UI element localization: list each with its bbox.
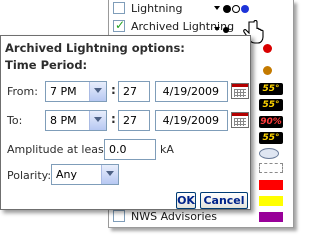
- archived-lightning-checkbox[interactable]: [113, 18, 125, 32]
- chevron-down-icon[interactable]: [101, 165, 118, 184]
- layer-label-lightning: Lightning: [131, 2, 183, 15]
- layer-label-nws-advisories: NWS Advisories: [131, 210, 218, 223]
- calendar-icon[interactable]: [231, 112, 249, 128]
- layer-dropdown-icon[interactable]: [214, 6, 220, 10]
- black-dot-icon: [223, 5, 231, 13]
- blue-dot-icon: [241, 5, 249, 13]
- temperature-badge-icon: 55°: [259, 83, 283, 95]
- to-date-input[interactable]: 4/19/2009: [155, 110, 228, 131]
- red-bar-icon: [259, 180, 283, 190]
- lightning-legend-icon: [223, 3, 250, 16]
- ok-button[interactable]: OK: [176, 192, 196, 209]
- dialog-title: Archived Lightning options:: [5, 41, 185, 55]
- black-dot-icon: [223, 27, 229, 33]
- time-separator: :: [111, 83, 116, 97]
- lightning-checkbox[interactable]: [113, 2, 125, 14]
- nws-advisories-checkbox[interactable]: [113, 210, 125, 222]
- hollow-dot-icon: [232, 5, 240, 13]
- polarity-value: Any: [56, 168, 78, 181]
- cancel-button[interactable]: Cancel: [200, 192, 248, 209]
- yellow-bar-icon: [259, 196, 283, 206]
- chevron-down-icon[interactable]: [89, 111, 106, 130]
- orange-dot-icon: [263, 66, 272, 75]
- screenshot-frame: Lightning Archived Lightning 55° 55° 90%…: [0, 0, 300, 232]
- temperature-badge-icon: 55°: [259, 99, 283, 111]
- from-label: From:: [7, 85, 38, 98]
- time-period-heading: Time Period:: [5, 58, 88, 72]
- from-hour-value: 7 PM: [50, 85, 77, 98]
- amplitude-label: Amplitude at least:: [7, 143, 112, 156]
- from-hour-select[interactable]: 7 PM: [45, 81, 107, 102]
- to-minute-input[interactable]: 27: [118, 110, 150, 131]
- time-separator: :: [111, 112, 116, 126]
- amplitude-unit: kA: [160, 143, 174, 156]
- layer-row-archived-lightning[interactable]: Archived Lightning: [109, 18, 293, 36]
- from-minute-input[interactable]: 27: [118, 81, 150, 102]
- from-date-input[interactable]: 4/19/2009: [155, 81, 228, 102]
- red-dot-icon: [263, 44, 272, 53]
- layer-row-lightning[interactable]: Lightning: [109, 0, 293, 18]
- cloud-icon: [259, 148, 279, 159]
- chevron-down-icon[interactable]: [89, 82, 106, 101]
- humidity-badge-icon: 90%: [259, 116, 283, 128]
- layer-dropdown-icon[interactable]: [214, 27, 220, 31]
- temperature-badge-icon: 55°: [259, 132, 283, 144]
- polarity-select[interactable]: Any: [51, 164, 119, 185]
- dashed-line-icon: [259, 163, 283, 173]
- polarity-label: Polarity:: [7, 169, 52, 182]
- amplitude-input[interactable]: 0.0: [104, 139, 156, 160]
- to-hour-value: 8 PM: [50, 114, 77, 127]
- to-hour-select[interactable]: 8 PM: [45, 110, 107, 131]
- archived-lightning-options-dialog: Archived Lightning options: Time Period:…: [0, 35, 251, 210]
- layer-row-nws-advisories[interactable]: NWS Advisories: [109, 208, 293, 226]
- to-label: To:: [7, 114, 23, 127]
- calendar-icon[interactable]: [231, 83, 249, 99]
